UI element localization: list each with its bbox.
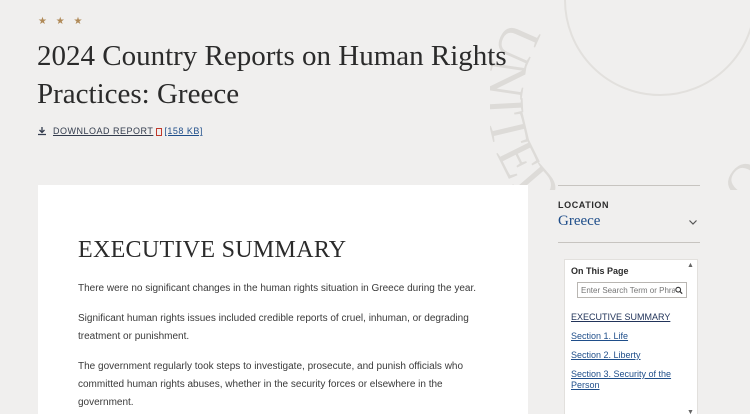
download-report-row: DOWNLOAD REPORT [158 KB] xyxy=(37,126,206,136)
toc-list: EXECUTIVE SUMMARY Section 1. Life Sectio… xyxy=(571,312,685,391)
toc-link[interactable]: EXECUTIVE SUMMARY xyxy=(571,312,670,322)
search-icon[interactable] xyxy=(675,286,683,295)
toc-link[interactable]: Section 1. Life xyxy=(571,331,628,341)
toc-item-section-1[interactable]: Section 1. Life xyxy=(571,331,685,342)
toc-item-executive-summary[interactable]: EXECUTIVE SUMMARY xyxy=(571,312,685,323)
toc-search-input[interactable] xyxy=(581,285,675,295)
page-title: 2024 Country Reports on Human Rights Pra… xyxy=(37,40,507,110)
toc-search-box[interactable] xyxy=(577,282,687,298)
chevron-down-icon[interactable] xyxy=(688,217,698,227)
pdf-icon xyxy=(156,128,163,136)
on-this-page-title: On This Page xyxy=(571,266,629,276)
paragraph: Significant human rights issues included… xyxy=(78,313,469,342)
divider xyxy=(558,185,700,186)
location-value[interactable]: Greece xyxy=(558,213,600,230)
divider xyxy=(558,242,700,243)
scroll-up-arrow-icon[interactable]: ▲ xyxy=(687,262,695,269)
toc-item-section-3[interactable]: Section 3. Security of the Person xyxy=(571,369,685,391)
location-label: LOCATION xyxy=(558,200,610,210)
download-icon xyxy=(38,127,46,136)
toc-link[interactable]: Section 2. Liberty xyxy=(571,350,641,360)
scroll-down-arrow-icon[interactable]: ▼ xyxy=(687,409,695,414)
executive-summary-heading: EXECUTIVE SUMMARY xyxy=(78,237,347,263)
toc-item-section-2[interactable]: Section 2. Liberty xyxy=(571,350,685,361)
download-size-link[interactable]: [158 KB] xyxy=(164,126,203,136)
report-article: EXECUTIVE SUMMARY There were no signific… xyxy=(38,185,528,414)
paragraph: The government regularly took steps to i… xyxy=(78,361,464,408)
paragraph: There were no significant changes in the… xyxy=(78,283,477,294)
download-report-link[interactable]: DOWNLOAD REPORT xyxy=(53,126,153,136)
sidebar: LOCATION Greece ▲ On This Page EXECUTIVE… xyxy=(558,185,700,414)
decorative-stars: ★ ★ ★ xyxy=(38,16,86,27)
on-this-page-panel: ▲ On This Page EXECUTIVE SUMMARY Section… xyxy=(564,259,698,414)
toc-link[interactable]: Section 3. Security of the Person xyxy=(571,369,671,390)
location-selector[interactable]: Greece xyxy=(558,213,700,230)
